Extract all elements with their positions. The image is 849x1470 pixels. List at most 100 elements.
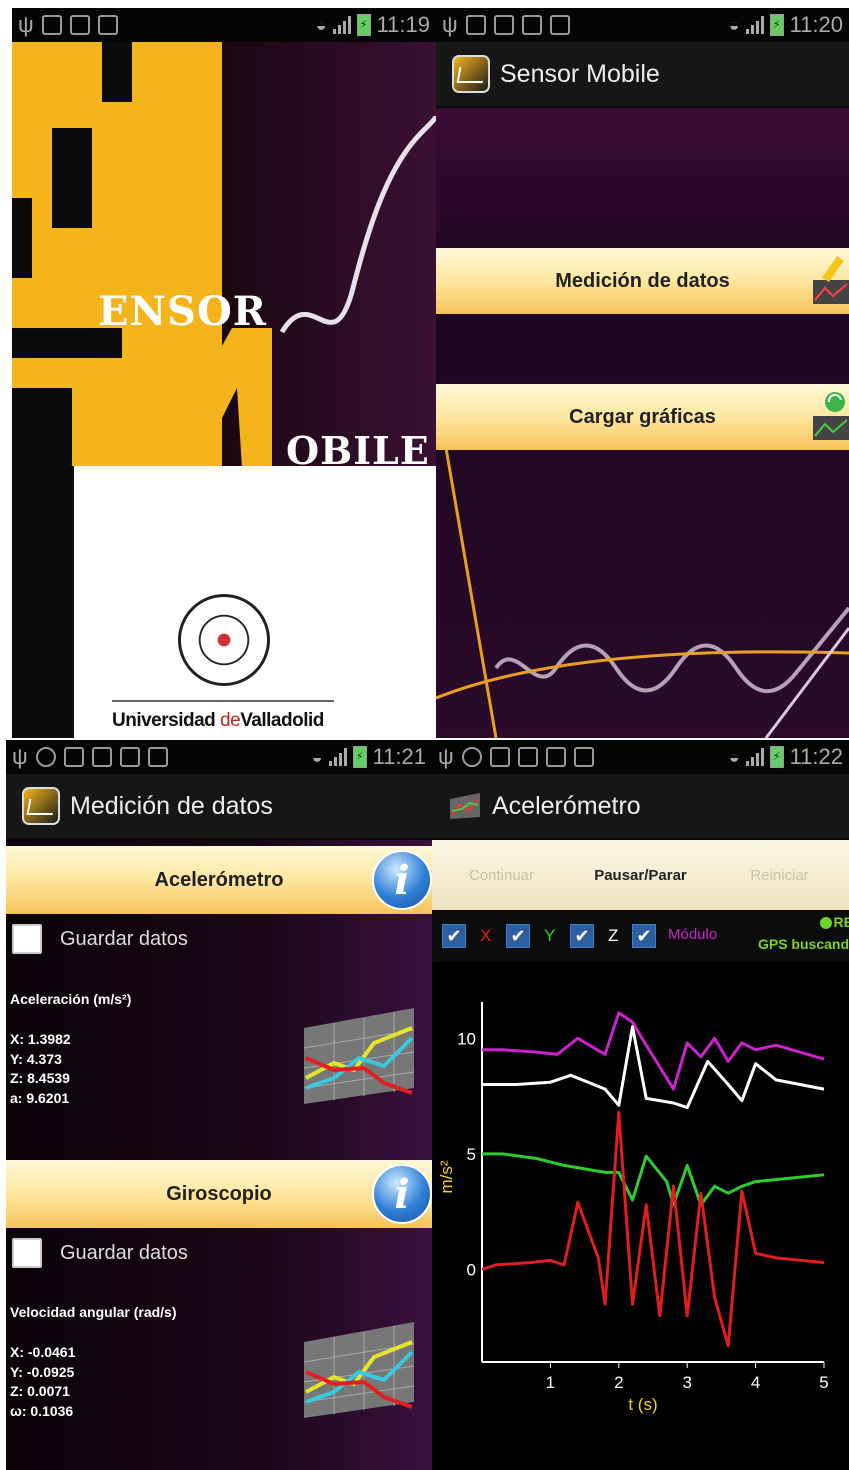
clipboard-icon [573,747,594,767]
save-icon [69,15,90,35]
image-icon [91,747,112,767]
giroscopio-button[interactable]: Giroscopio i [6,1160,432,1228]
value-y: Y: -0.0925 [10,1363,75,1380]
wifi-icon: ◒ [315,14,327,35]
gps-icon [35,747,56,767]
signal-icon [745,748,764,766]
x-tick-label: 4 [751,1373,760,1392]
value-a: a: 9.6201 [10,1089,70,1106]
usb-icon: ψ [442,12,458,37]
clock: 11:21 [372,744,426,769]
battery-icon: ⚡ [769,746,784,768]
velocidad-angular-values: X: -0.0461 Y: -0.0925 Z: 0.0071 ω: 0.103… [10,1343,75,1421]
status-bar: ψ ◒ ⚡ 11:19 [12,8,436,42]
logo-cut [12,198,32,278]
save-icon [119,747,140,767]
x-tick-label: 1 [546,1373,555,1392]
sd-card-icon [489,747,510,767]
value-x: X: -0.0461 [10,1344,76,1360]
y-tick-label: 5 [467,1145,476,1164]
reiniciar-button[interactable]: Reiniciar [710,867,849,884]
save-icon [545,747,566,767]
usb-icon: ψ [18,12,34,37]
guardar-datos-label: Guardar datos [60,1242,188,1264]
acelerometro-button[interactable]: Acelerómetro i [6,846,432,914]
logo-cut [52,128,92,228]
x-tick-label: 2 [614,1373,623,1392]
value-z: Z: 0.0071 [10,1383,70,1399]
action-bar: Sensor Mobile [436,42,849,108]
measure-screen: ψ ◒ ⚡ 11:21 Medición de datos Acelerómet… [6,740,432,1470]
wifi-icon: ◒ [728,746,740,767]
guardar-datos-label: Guardar datos [60,928,188,950]
sd-card-icon [465,15,486,35]
y-tick-label: 10 [457,1029,476,1048]
aceleracion-values: X: 1.3982 Y: 4.373 Z: 8.4539 a: 9.6201 [10,1030,71,1108]
clipboard-icon [97,15,118,35]
y-tick-label: 0 [467,1261,476,1280]
app-icon[interactable] [452,55,490,93]
gps-status-icon [819,917,832,930]
accelerometer-chart: 1 2 3 4 5 0 5 10 t (s) m/s² [437,1002,829,1414]
series-line-x [481,1110,825,1348]
guardar-datos-checkbox[interactable] [12,1238,42,1268]
battery-icon: ⚡ [352,746,367,768]
aceleracion-title: Aceleración (m/s²) [10,991,132,1007]
chart-icon[interactable] [448,791,482,821]
x-label: X [480,926,492,945]
modulo-checkbox[interactable] [632,924,656,948]
wifi-icon: ◒ [728,14,740,35]
x-checkbox[interactable] [442,924,466,948]
university-card [74,466,436,738]
status-bar: ψ ◒ ⚡ 11:20 [436,8,849,42]
usb-icon: ψ [438,744,454,769]
x-tick-label: 3 [682,1373,691,1392]
series-line-y [482,1152,825,1207]
control-bar: Continuar Pausar/Parar Reiniciar [432,840,849,910]
y-checkbox[interactable] [506,924,530,948]
info-icon[interactable]: i [372,1164,432,1224]
clock: 11:22 [789,744,843,769]
university-name: Universidad deValladolid [112,710,324,731]
university-seal-icon [178,594,270,686]
divider [112,700,334,702]
giroscopio-label: Giroscopio [166,1182,272,1205]
battery-icon: ⚡ [769,14,784,36]
x-tick-label: 5 [819,1373,828,1392]
gps-status: GPS buscand [757,936,849,952]
guardar-datos-checkbox[interactable] [12,924,42,954]
gps-icon [461,747,482,767]
logo-m [112,328,272,468]
signal-icon [332,16,351,34]
signal-icon [745,16,764,34]
cargar-graficas-button[interactable]: Cargar gráficas [436,384,849,450]
value-z: Z: 8.4539 [10,1070,70,1086]
series-line-z [482,1025,825,1110]
action-bar: Medición de datos [6,774,432,840]
z-checkbox[interactable] [570,924,594,948]
signal-icon [328,748,347,766]
app-title: Sensor Mobile [500,59,660,88]
chart-refresh-icon [813,392,849,440]
logo-cut [102,42,132,102]
info-icon[interactable]: i [372,850,432,910]
continuar-button[interactable]: Continuar [432,867,571,884]
status-bar: ψ ◒ ⚡ 11:22 [432,740,849,774]
pausar-parar-button[interactable]: Pausar/Parar [571,867,710,884]
background-waves [436,448,849,738]
medicion-datos-button[interactable]: Medición de datos [436,248,849,314]
screen-title: Medición de datos [70,791,273,820]
clock: 11:19 [376,12,430,37]
chart-pencil-icon [813,256,849,304]
gyroscope-chart-icon [303,1322,415,1418]
app-icon[interactable] [22,787,60,825]
usb-icon: ψ [12,744,28,769]
logo-cut [12,388,72,738]
logo-text-ensor: ENSOR [98,288,268,335]
image-icon [517,747,538,767]
status-bar: ψ ◒ ⚡ 11:21 [6,740,432,774]
y-label: Y [544,926,556,945]
save-icon [521,15,542,35]
accelerometer-screen: ψ ◒ ⚡ 11:22 Acelerómetro Continuar Pausa… [432,740,849,1470]
battery-icon: ⚡ [356,14,371,36]
